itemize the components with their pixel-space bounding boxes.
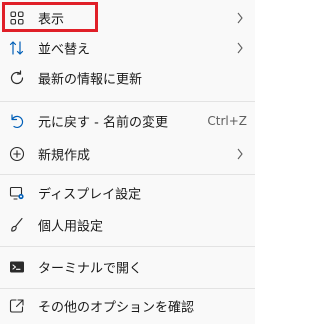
- menu-item-open-terminal[interactable]: ターミナルで開く: [0, 252, 255, 282]
- context-menu: 表示 並べ替え 最新の情報に更新 元に戻す - 名前の変更 Ctrl+Z 新規作…: [0, 0, 255, 324]
- menu-item-label: 表示: [38, 12, 65, 28]
- shortcut-text: Ctrl+Z: [207, 114, 247, 128]
- display-settings-icon: [8, 184, 26, 202]
- menu-separator: [0, 246, 255, 247]
- menu-item-new[interactable]: 新規作成: [0, 139, 255, 169]
- menu-item-show-more-options[interactable]: その他のオプションを確認: [0, 291, 255, 321]
- menu-item-refresh[interactable]: 最新の情報に更新: [0, 63, 255, 93]
- menu-item-label: その他のオプションを確認: [38, 300, 195, 316]
- menu-separator: [0, 101, 255, 102]
- menu-item-label: 最新の情報に更新: [38, 72, 143, 88]
- sort-icon: [8, 39, 26, 57]
- menu-item-label: 新規作成: [38, 148, 91, 164]
- menu-item-personalize[interactable]: 個人用設定: [0, 210, 255, 240]
- brush-icon: [8, 216, 26, 234]
- menu-item-sort[interactable]: 並べ替え: [0, 33, 255, 63]
- menu-item-display-settings[interactable]: ディスプレイ設定: [0, 178, 255, 208]
- menu-item-label: ターミナルで開く: [38, 261, 143, 277]
- menu-item-label: 並べ替え: [38, 42, 91, 58]
- menu-separator: [0, 288, 255, 289]
- menu-item-view[interactable]: 表示: [0, 3, 255, 33]
- menu-item-label: ディスプレイ設定: [38, 187, 142, 203]
- menu-item-label: 個人用設定: [38, 219, 104, 235]
- undo-icon: [8, 112, 26, 130]
- refresh-icon: [8, 69, 26, 87]
- menu-item-undo[interactable]: 元に戻す - 名前の変更 Ctrl+Z: [0, 106, 255, 136]
- new-plus-icon: [8, 145, 26, 163]
- terminal-icon: [8, 258, 26, 276]
- share-more-icon: [8, 297, 26, 315]
- chevron-right-icon: [235, 12, 245, 24]
- chevron-right-icon: [235, 42, 245, 54]
- chevron-right-icon: [235, 148, 245, 160]
- menu-item-label: 元に戻す - 名前の変更: [38, 115, 168, 131]
- menu-separator: [0, 174, 255, 175]
- view-grid-icon: [8, 9, 26, 27]
